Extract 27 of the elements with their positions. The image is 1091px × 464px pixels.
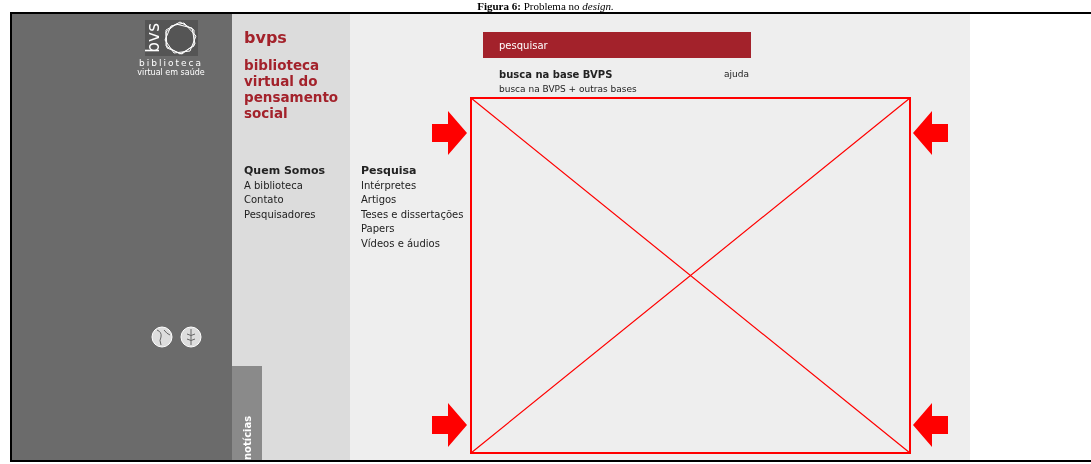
- menu-heading: Quem Somos: [244, 164, 326, 179]
- menu-link[interactable]: Papers: [361, 222, 478, 237]
- help-link[interactable]: ajuda: [724, 67, 751, 97]
- logo-subtitle: virtual em saúde: [137, 68, 205, 77]
- search-option[interactable]: busca na BVPS + outras bases: [499, 82, 725, 97]
- menu-link[interactable]: Teses e dissertações: [361, 207, 478, 222]
- globe-icon: [150, 326, 174, 348]
- menu-link[interactable]: A biblioteca: [244, 178, 361, 193]
- arrow-marker: [913, 403, 948, 447]
- site-title: bvps: [243, 27, 288, 47]
- arrow-marker: [432, 403, 467, 447]
- search-option[interactable]: busca na base BVPS: [499, 67, 725, 82]
- menu-link[interactable]: Artigos: [361, 193, 478, 208]
- menu-heading: Pesquisa: [361, 164, 418, 179]
- hexagon-logo-icon: [161, 20, 198, 56]
- arrow-marker: [913, 111, 948, 155]
- arrow-marker: [432, 111, 467, 155]
- site-subtitle: biblioteca virtual do pensamento social: [243, 56, 340, 121]
- search-button[interactable]: pesquisar: [483, 32, 751, 58]
- emblem-icon: [180, 326, 202, 348]
- menu-link[interactable]: Pesquisadores: [244, 207, 361, 222]
- menu-link[interactable]: Vídeos e áudios: [361, 236, 478, 251]
- menu-link[interactable]: Intérpretes: [361, 178, 478, 193]
- logo-text: bvs: [144, 23, 162, 53]
- menu-link[interactable]: Contato: [244, 193, 361, 208]
- logo-name: biblioteca: [139, 58, 203, 68]
- figure-caption: Figura 6: Problema no design.: [476, 0, 615, 12]
